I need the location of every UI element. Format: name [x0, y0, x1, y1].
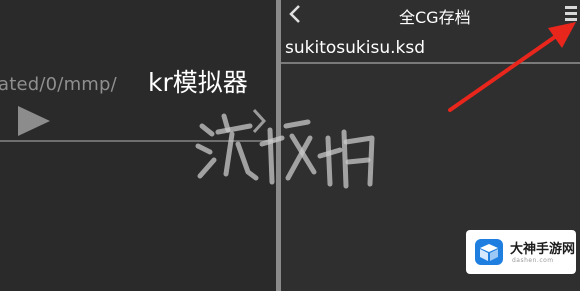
- logo-domain: dashen.com: [512, 257, 554, 264]
- back-button[interactable]: [286, 3, 304, 25]
- emulator-screen: ated/0/mmp/ kr模拟器 全CG存档 sukitosukisu.ksd…: [0, 0, 580, 291]
- site-logo: 大神手游网 dashen.com: [466, 230, 576, 274]
- back-arrow-icon: [289, 5, 300, 23]
- play-button[interactable]: [16, 104, 52, 138]
- red-arrow-icon: [448, 22, 576, 112]
- cube-logo-icon: [475, 239, 503, 265]
- play-icon: [18, 106, 50, 136]
- logo-name: 大神手游网: [510, 242, 576, 257]
- file-path-text: ated/0/mmp/: [0, 74, 117, 95]
- watermark: [195, 113, 375, 189]
- menu-icon: [565, 6, 577, 9]
- save-file-item[interactable]: sukitosukisu.ksd: [285, 38, 425, 58]
